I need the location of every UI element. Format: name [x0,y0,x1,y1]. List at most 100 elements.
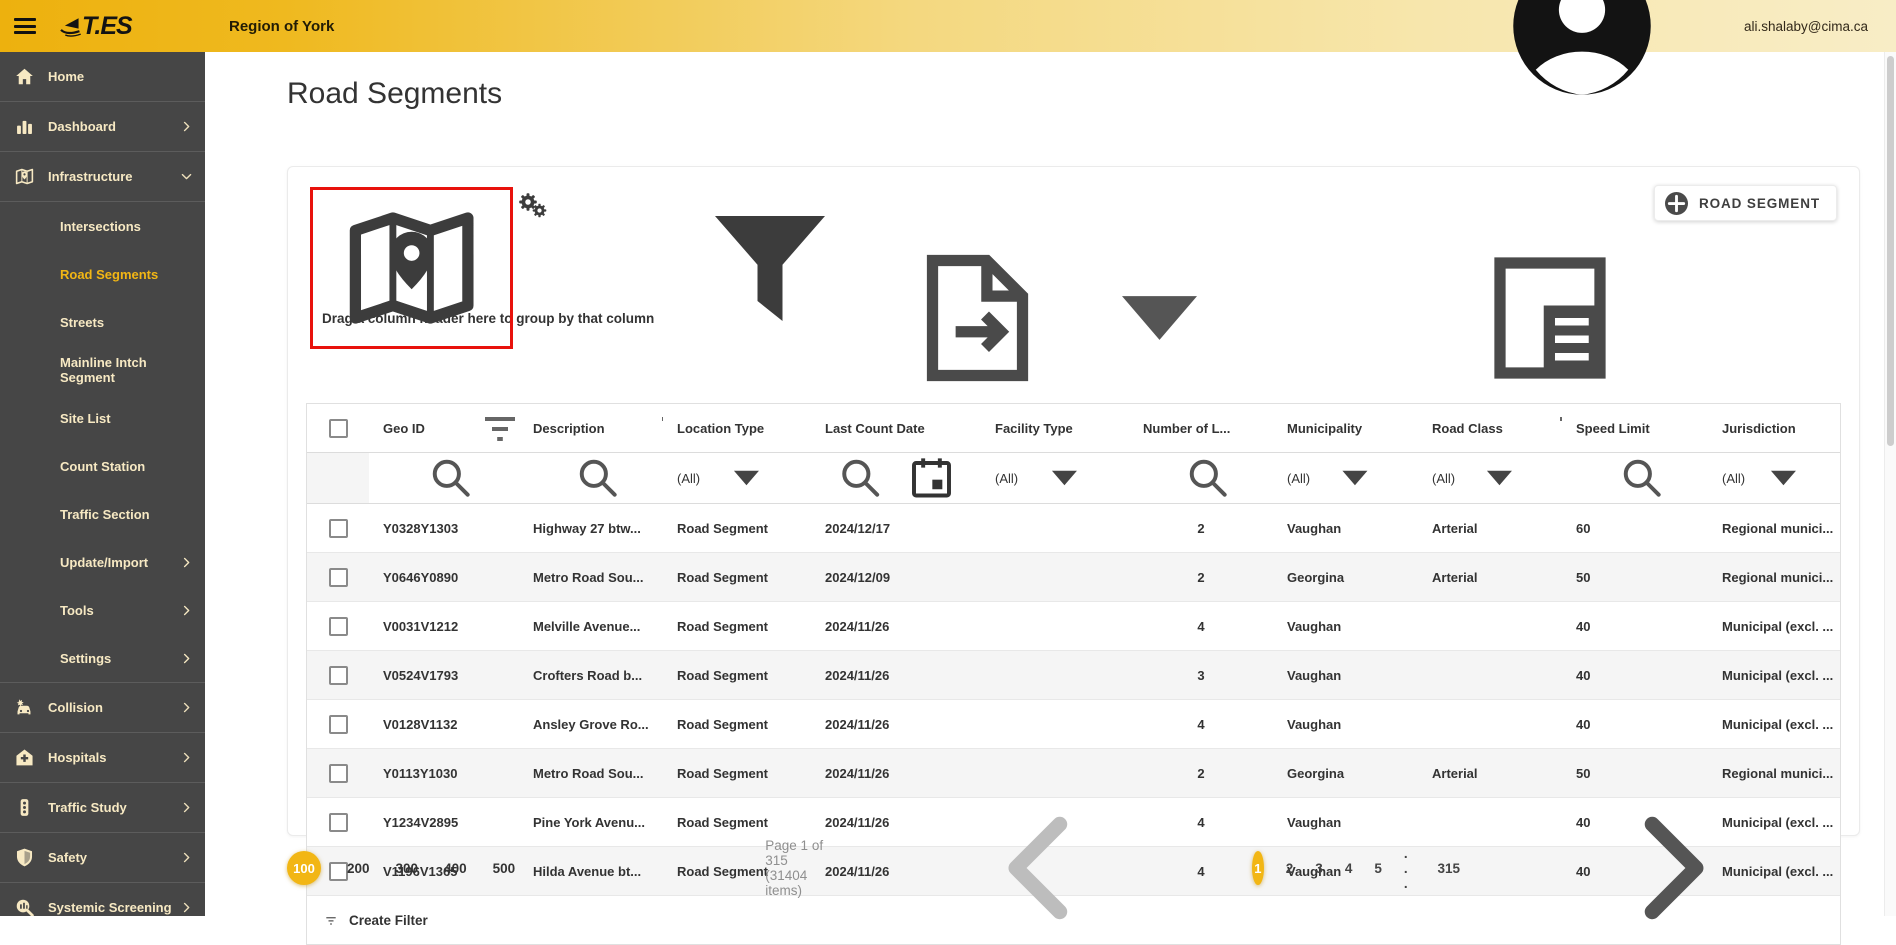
sidebar-item-traffic-study[interactable]: Traffic Study [0,783,205,832]
row-checkbox[interactable] [329,518,348,538]
sidebar-item-mainline-intch-segment[interactable]: Mainline Intch Segment [0,346,205,394]
header-filter-icon[interactable] [1803,404,1840,452]
page-size-400[interactable]: 400 [444,861,467,876]
table-row[interactable]: Y0646Y0890 Metro Road Sou... Road Segmen… [307,553,1840,602]
sidebar-item-count-station[interactable]: Count Station [0,442,205,490]
table-row[interactable]: Y0328Y1303 Highway 27 btw... Road Segmen… [307,504,1840,553]
shield-icon [14,847,35,868]
sidebar-item-safety[interactable]: Safety [0,833,205,882]
scrollbar-thumb[interactable] [1887,56,1894,446]
filter-road-class[interactable]: (All) [1418,453,1562,503]
page-size-500[interactable]: 500 [493,861,516,876]
header-filter-icon[interactable] [1237,404,1273,452]
header-filter-icon[interactable] [771,404,811,452]
column-header-geo-id[interactable]: Geo ID [369,404,519,452]
chevron-right-icon [180,751,193,764]
table-row[interactable]: Y0113Y1030 Metro Road Sou... Road Segmen… [307,749,1840,798]
page-size-300[interactable]: 300 [396,861,419,876]
tes-logo: T.ES [58,11,133,41]
column-header-speed-limit[interactable]: Speed Limit [1562,404,1708,452]
cell-geo-id: Y0646Y0890 [383,569,459,585]
page-size-100[interactable]: 100 [287,851,321,885]
sidebar-item-systemic-screening[interactable]: Systemic Screening [0,883,205,916]
sidebar-item-streets[interactable]: Streets [0,298,205,346]
page-ellipsis: . . . [1403,845,1411,891]
sidebar-item-update-import[interactable]: Update/Import [0,538,205,586]
filter-speed-limit[interactable] [1562,453,1708,503]
header-filter-icon[interactable] [612,404,663,452]
column-header-facility-type[interactable]: Facility Type [981,404,1129,452]
user-menu[interactable]: ali.shalaby@cima.ca [1432,0,1896,101]
row-checkbox[interactable] [329,567,348,587]
cell-speed-limit: 40 [1576,618,1591,634]
page-3[interactable]: 3 [1315,861,1323,876]
sidebar-item-site-list[interactable]: Site List [0,394,205,442]
calendar-icon[interactable] [896,453,967,503]
filter-facility-type[interactable]: (All) [981,453,1129,503]
map-icon [14,166,35,187]
page-size-200[interactable]: 200 [347,861,370,876]
column-header-road-class[interactable]: Road Class [1418,404,1562,452]
page-315[interactable]: 315 [1438,861,1461,876]
header-filter-icon[interactable] [1510,404,1562,452]
filter-number-of-lanes[interactable] [1129,453,1273,503]
car-crash-icon [14,697,35,718]
header-filter-icon[interactable] [1369,404,1418,452]
sidebar-item-intersections[interactable]: Intersections [0,202,205,250]
filter-location-type[interactable]: (All) [663,453,811,503]
row-checkbox[interactable] [329,665,348,685]
column-header-jurisdiction[interactable]: Jurisdiction [1708,404,1840,452]
next-page-icon[interactable] [1482,793,1860,943]
row-checkbox[interactable] [329,714,348,734]
column-header-location-type[interactable]: Location Type [663,404,811,452]
select-all-checkbox[interactable] [329,418,348,438]
logo-text: T.ES [82,11,133,40]
sidebar-item-settings[interactable]: Settings [0,634,205,682]
sidebar-item-infrastructure[interactable]: Infrastructure [0,152,205,201]
sidebar-item-dashboard[interactable]: Dashboard [0,102,205,151]
sidebar-item-traffic-section[interactable]: Traffic Section [0,490,205,538]
page-5[interactable]: 5 [1374,861,1382,876]
filter-last-count-date[interactable] [811,453,981,503]
header-filter-icon[interactable] [1657,404,1708,452]
header-filter-icon[interactable] [1080,404,1129,452]
home-icon [14,66,35,87]
sidebar-item-tools[interactable]: Tools [0,586,205,634]
cell-speed-limit: 50 [1576,569,1591,585]
vertical-scrollbar[interactable] [1884,52,1896,916]
map-view-button[interactable] [317,193,506,343]
table-row[interactable]: V0128V1132 Ansley Grove Ro... Road Segme… [307,700,1840,749]
filter-button[interactable] [558,191,982,341]
row-checkbox[interactable] [329,763,348,783]
sidebar-item-hospitals[interactable]: Hospitals [0,733,205,782]
previous-page-icon[interactable] [852,793,1230,943]
column-chooser-button[interactable] [1275,243,1825,393]
filter-geo-id[interactable] [369,453,519,503]
cell-geo-id: Y0113Y1030 [383,765,458,781]
sidebar-item-road-segments[interactable]: Road Segments [0,250,205,298]
filter-municipality[interactable]: (All) [1273,453,1418,503]
table-row[interactable]: V0524V1793 Crofters Road b... Road Segme… [307,651,1840,700]
column-header-number-of-lanes[interactable]: Number of L... [1129,404,1273,452]
hamburger-menu-icon[interactable] [14,15,36,38]
column-header-description[interactable]: Description [519,404,663,452]
column-header-municipality[interactable]: Municipality [1273,404,1418,452]
cell-last-count-date: 2024/12/17 [825,520,891,536]
filter-description[interactable] [519,453,663,503]
row-checkbox[interactable] [329,812,348,832]
pager-info: Page 1 of 315 (31404 items) [765,838,824,898]
filter-jurisdiction[interactable]: (All) [1708,453,1840,503]
column-header-last-count-date[interactable]: Last Count Date [811,404,981,452]
table-row[interactable]: V0031V1212 Melville Avenue... Road Segme… [307,602,1840,651]
sidebar-item-collision[interactable]: Collision [0,683,205,732]
page-2[interactable]: 2 [1286,861,1294,876]
header-filter-icon[interactable] [432,404,519,452]
page-4[interactable]: 4 [1345,861,1353,876]
row-checkbox[interactable] [329,616,348,636]
user-avatar-icon[interactable] [1432,0,1732,101]
cell-jurisdiction: Regional munici... [1722,569,1834,585]
sidebar-item-home[interactable]: Home [0,52,205,101]
add-road-segment-button[interactable]: ROAD SEGMENT [1653,185,1837,221]
page-1[interactable]: 1 [1252,851,1264,885]
grid-settings-button[interactable] [517,191,540,225]
